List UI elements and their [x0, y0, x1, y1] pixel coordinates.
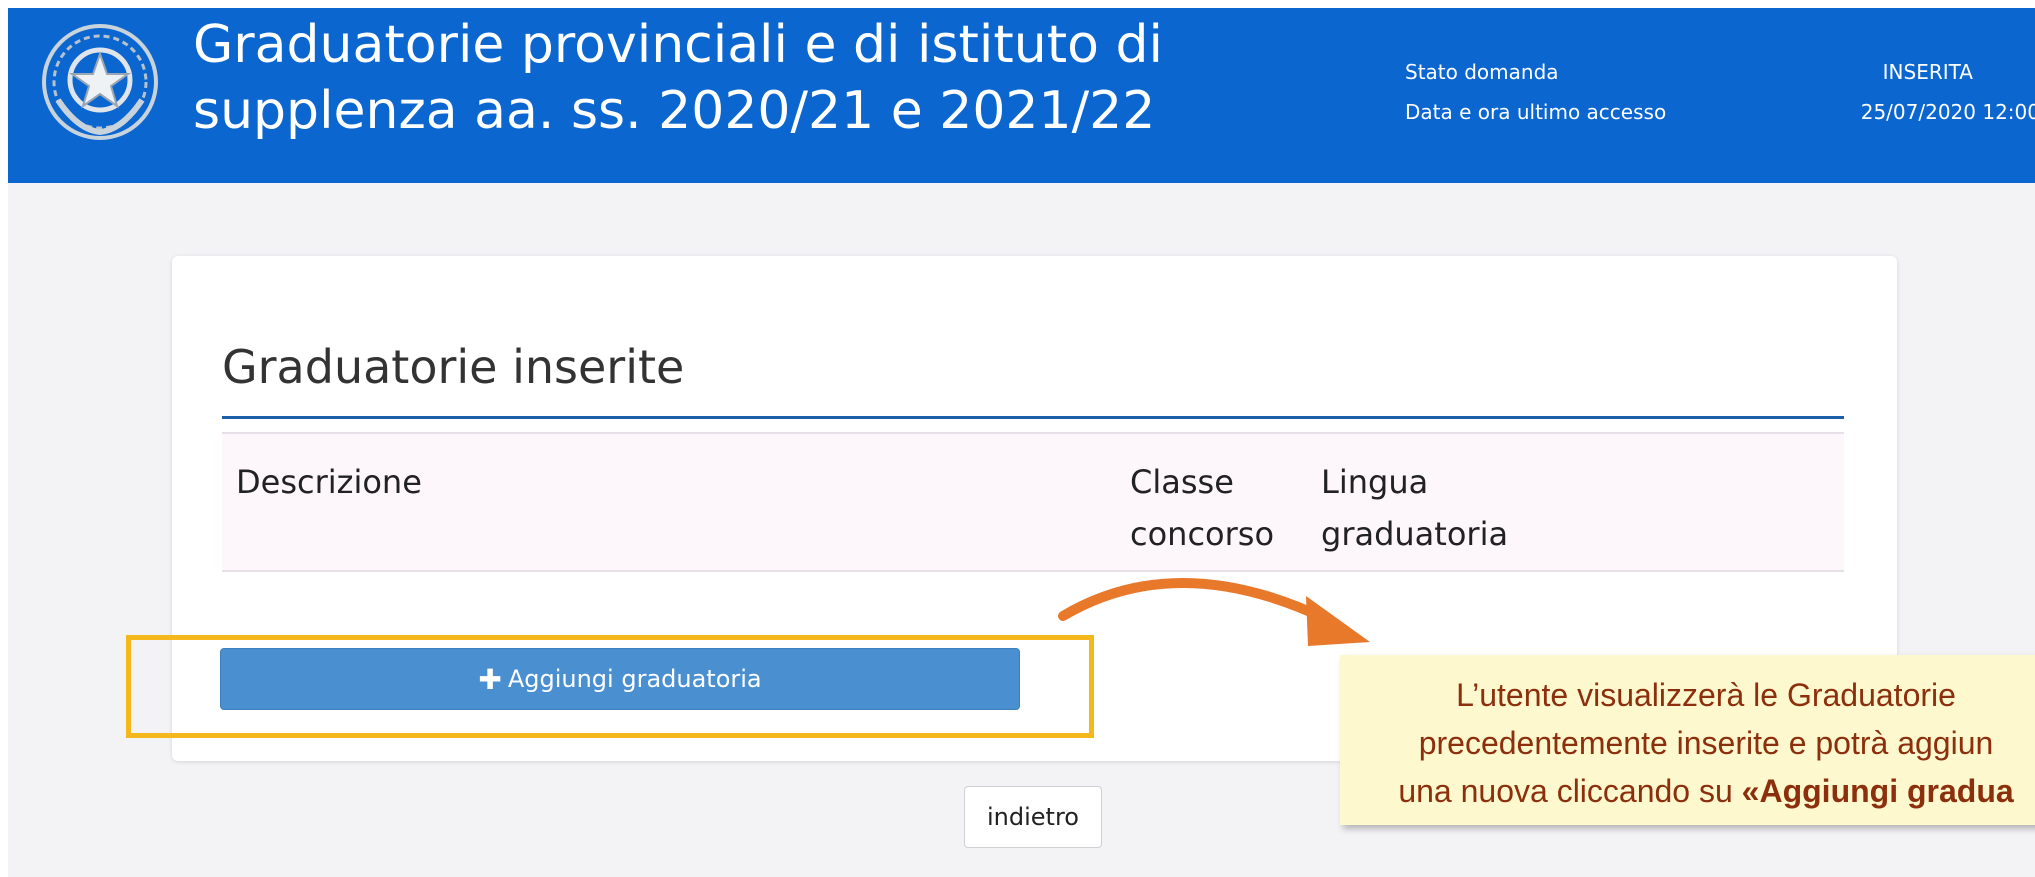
- meta-labels: Stato domanda Data e ora ultimo accesso: [1405, 52, 1666, 132]
- status-value: INSERITA: [1882, 60, 1973, 84]
- highlight-box: [126, 635, 1094, 738]
- callout-note: L’utente visualizzerà le Graduatorie pre…: [1340, 655, 2035, 825]
- table-header: Descrizione Classe concorso Lingua gradu…: [222, 432, 1844, 572]
- back-button[interactable]: indietro: [964, 786, 1102, 848]
- column-header-descrizione: Descrizione: [236, 463, 422, 501]
- curved-arrow-icon: [1058, 578, 1370, 646]
- last-access-value: 25/07/2020 12:00: [1860, 100, 2035, 124]
- page-title: Graduatorie provinciali e di istituto di…: [193, 15, 1163, 141]
- page-header: Graduatorie provinciali e di istituto di…: [8, 8, 2035, 183]
- title-divider: [222, 416, 1844, 419]
- meta-values: INSERITA 25/07/2020 12:00: [1861, 52, 2035, 132]
- column-header-lingua-graduatoria: Lingua graduatoria: [1321, 463, 1509, 553]
- card-title: Graduatorie inserite: [222, 340, 685, 394]
- italian-republic-emblem-icon: [42, 24, 158, 140]
- last-access-label: Data e ora ultimo accesso: [1405, 100, 1667, 124]
- column-header-classe-concorso: Classe concorso: [1130, 463, 1275, 553]
- status-label: Stato domanda: [1405, 60, 1559, 84]
- page-frame: Graduatorie provinciali e di istituto di…: [8, 8, 2035, 877]
